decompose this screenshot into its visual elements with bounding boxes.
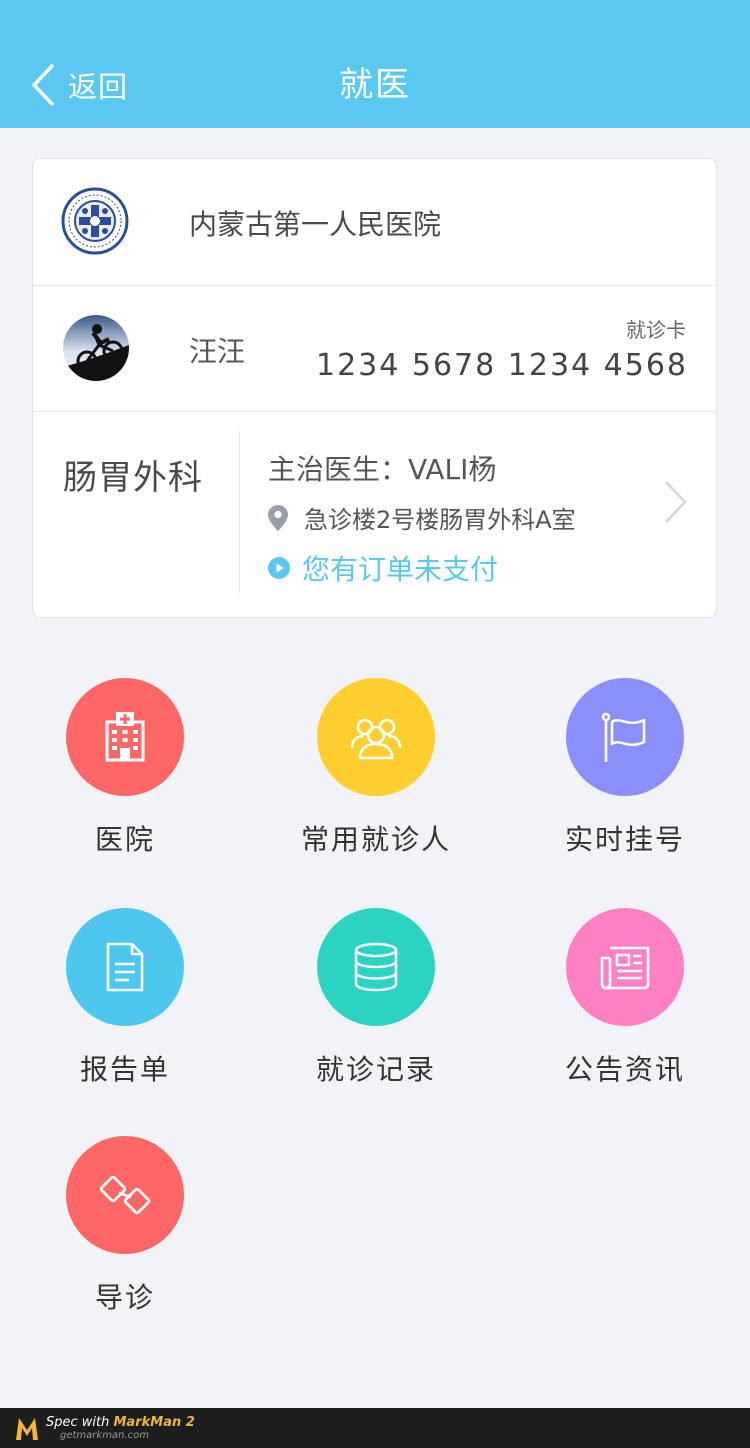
card-number: 1234 5678 1234 4568 [316,348,688,383]
menu-item-hospital[interactable]: 医院 [25,678,225,858]
menu-label: 公告资讯 [564,1053,685,1086]
flag-icon [601,712,646,762]
cyclist-avatar-icon [63,315,129,381]
spec-prefix: Spec with [46,1414,114,1430]
patient-row[interactable]: 汪汪 就诊卡 1234 5678 1234 4568 [33,286,716,412]
patients-icon-circle [317,678,435,796]
markman-footer: Spec with MarkMan 2 getmarkman.com [0,1408,750,1448]
menu-item-realtime-registration[interactable]: 实时挂号 [525,678,725,858]
database-icon [354,942,398,992]
link-chain-icon [99,1175,151,1215]
unpaid-order-link[interactable]: 您有订单未支付 [268,548,498,588]
divider [239,430,240,594]
markman-brand: MarkMan 2 [113,1414,195,1430]
newspaper-icon [600,946,650,990]
menu-item-visit-records[interactable]: 就诊记录 [276,908,476,1088]
patient-name: 汪汪 [189,335,246,368]
unpaid-text: 您有订单未支付 [302,553,499,586]
location-text: 急诊楼2号楼肠胃外科A室 [304,506,576,534]
registration-icon-circle [566,678,684,796]
location-pin-icon [268,504,288,531]
avatar [63,315,129,381]
hospital-row[interactable]: 内蒙古第一人民医院 [33,159,716,286]
hospital-icon-circle [66,678,184,796]
markman-logo-icon [16,1418,38,1440]
card-type-label: 就诊卡 [626,318,686,342]
visit-card: 内蒙古第一人民医院 汪汪 就诊卡 1234 5678 1234 4568 肠胃外… [32,158,717,618]
department-name: 肠胃外科 [63,458,203,498]
menu-label: 医院 [94,823,155,856]
menu-item-announcements[interactable]: 公告资讯 [525,908,725,1088]
menu-item-frequent-patients[interactable]: 常用就诊人 [276,678,476,858]
page-title: 就医 [339,65,411,105]
menu-label: 导诊 [94,1281,155,1314]
doctor-name: 主治医生：VALI杨 [268,453,497,486]
chevron-right-icon[interactable] [664,480,688,524]
hospital-name: 内蒙古第一人民医院 [189,208,442,241]
menu-label: 报告单 [79,1053,170,1086]
announcements-icon-circle [566,908,684,1026]
location-row: 急诊楼2号楼肠胃外科A室 [268,500,576,535]
records-icon-circle [317,908,435,1026]
guidance-icon-circle [66,1136,184,1254]
menu-item-report[interactable]: 报告单 [25,908,225,1088]
menu-label: 常用就诊人 [300,823,451,856]
menu-label: 就诊记录 [315,1053,436,1086]
hospital-building-icon [105,712,145,762]
play-circle-icon [268,557,290,579]
spec-caption: Spec with MarkMan 2 [46,1414,195,1430]
menu-label: 实时挂号 [564,823,685,856]
header-bar: 返回 就医 [0,0,750,128]
hospital-seal-icon [61,187,129,255]
department-row[interactable]: 肠胃外科 主治医生：VALI杨 急诊楼2号楼肠胃外科A室 您有订单未支付 [33,412,716,617]
report-icon-circle [66,908,184,1026]
menu-item-guidance[interactable]: 导诊 [25,1136,225,1316]
markman-site: getmarkman.com [60,1429,149,1441]
people-group-icon [350,718,402,760]
document-icon [106,942,144,992]
